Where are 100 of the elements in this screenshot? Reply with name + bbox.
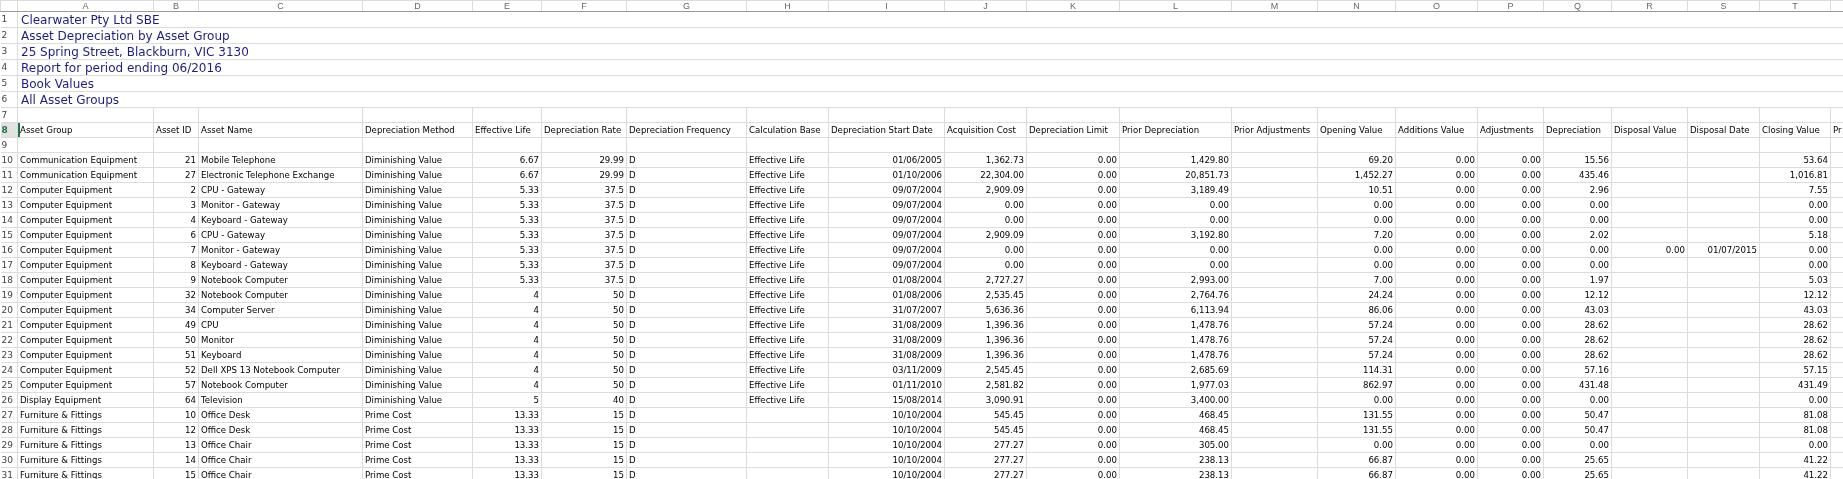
table-cell: 0.00 <box>1317 257 1396 273</box>
title-text: All Asset Groups <box>17 91 1843 108</box>
row-number[interactable]: 22 <box>0 332 18 348</box>
column-letter[interactable]: O <box>1395 0 1478 12</box>
row-number[interactable]: 2 <box>0 27 18 44</box>
column-letter[interactable]: A <box>17 0 154 12</box>
table-cell: 13.33 <box>472 437 542 453</box>
row-number[interactable]: 12 <box>0 182 18 198</box>
row-number[interactable]: 15 <box>0 227 18 243</box>
table-cell: 6 <box>153 227 199 243</box>
row-number[interactable]: 6 <box>0 91 18 108</box>
column-letter[interactable]: L <box>1119 0 1232 12</box>
table-cell: 10/10/2004 <box>828 452 945 468</box>
column-letter[interactable]: T <box>1759 0 1831 12</box>
table-cell: Diminishing Value <box>362 302 473 318</box>
row-number[interactable]: 7 <box>0 107 18 123</box>
row-number[interactable]: 26 <box>0 392 18 408</box>
table-cell: 0.00 <box>1026 422 1120 438</box>
column-letter[interactable]: B <box>153 0 199 12</box>
table-cell: Prime Cost <box>362 422 473 438</box>
row-number[interactable]: 16 <box>0 242 18 258</box>
table-cell: Effective Life <box>746 197 829 213</box>
row-number[interactable]: 30 <box>0 452 18 468</box>
table-cell: Office Desk <box>198 422 363 438</box>
row-number[interactable]: 31 <box>0 467 18 479</box>
row-number[interactable]: 25 <box>0 377 18 393</box>
table-cell: Computer Equipment <box>17 242 154 258</box>
row-number[interactable]: 17 <box>0 257 18 273</box>
table-cell: 0.00 <box>944 212 1027 228</box>
table-cell: 51 <box>153 347 199 363</box>
table-cell: 24.24 <box>1317 287 1396 303</box>
column-letter[interactable]: E <box>472 0 542 12</box>
column-letter[interactable]: C <box>198 0 363 12</box>
table-cell: 12.12 <box>1759 287 1831 303</box>
table-cell: Computer Server <box>198 302 363 318</box>
table-cell: 0.00 <box>1317 197 1396 213</box>
table-cell: 1,396.36 <box>944 317 1027 333</box>
row-number[interactable]: 23 <box>0 347 18 363</box>
table-cell: Prime Cost <box>362 437 473 453</box>
table-cell: 2,581.82 <box>944 377 1027 393</box>
table-cell: 0.00 <box>1395 227 1478 243</box>
table-cell: 6.67 <box>472 167 542 183</box>
table-cell: D <box>626 272 747 288</box>
column-header: Acquisition Cost <box>944 122 1027 138</box>
table-cell: Diminishing Value <box>362 347 473 363</box>
column-letter[interactable]: N <box>1317 0 1396 12</box>
table-cell: 01/08/2006 <box>828 287 945 303</box>
row-number[interactable]: 24 <box>0 362 18 378</box>
table-cell: Computer Equipment <box>17 197 154 213</box>
row-number[interactable]: 20 <box>0 302 18 318</box>
column-letter[interactable]: K <box>1026 0 1120 12</box>
column-letter[interactable]: M <box>1231 0 1318 12</box>
row-number[interactable]: 9 <box>0 137 18 153</box>
table-cell: Computer Equipment <box>17 347 154 363</box>
row-number[interactable]: 1 <box>0 11 18 28</box>
table-cell: 431.49 <box>1759 377 1831 393</box>
row-number[interactable]: 29 <box>0 437 18 453</box>
table-cell: Effective Life <box>746 227 829 243</box>
row-number[interactable]: 14 <box>0 212 18 228</box>
row-number[interactable]: 10 <box>0 152 18 168</box>
table-cell: 4 <box>472 287 542 303</box>
row-number[interactable]: 5 <box>0 75 18 92</box>
table-cell: 0.00 <box>1477 197 1544 213</box>
column-letter[interactable]: R <box>1611 0 1688 12</box>
table-cell: 0.00 <box>1395 197 1478 213</box>
table-cell: D <box>626 467 747 479</box>
column-letter[interactable]: Q <box>1543 0 1612 12</box>
column-letter[interactable]: F <box>541 0 627 12</box>
column-letter[interactable]: H <box>746 0 829 12</box>
table-cell: 0.00 <box>1026 212 1120 228</box>
table-cell: D <box>626 287 747 303</box>
row-number[interactable]: 19 <box>0 287 18 303</box>
table-cell: 0.00 <box>1477 407 1544 423</box>
row-number[interactable]: 28 <box>0 422 18 438</box>
table-cell: 12 <box>153 422 199 438</box>
column-letter[interactable]: J <box>944 0 1027 12</box>
row-number[interactable]: 18 <box>0 272 18 288</box>
row-number[interactable]: 21 <box>0 317 18 333</box>
table-cell: Notebook Computer <box>198 287 363 303</box>
table-cell: Communication Equipment <box>17 152 154 168</box>
table-cell: Effective Life <box>746 167 829 183</box>
column-letter[interactable]: S <box>1687 0 1760 12</box>
row-number[interactable]: 11 <box>0 167 18 183</box>
table-cell: 57.24 <box>1317 347 1396 363</box>
table-cell: 5.33 <box>472 182 542 198</box>
column-letter[interactable]: D <box>362 0 473 12</box>
row-number[interactable]: 13 <box>0 197 18 213</box>
row-number[interactable]: 27 <box>0 407 18 423</box>
table-cell: 0.00 <box>1395 407 1478 423</box>
row-number[interactable]: 3 <box>0 43 18 60</box>
column-letter[interactable]: P <box>1477 0 1544 12</box>
table-cell: 34 <box>153 302 199 318</box>
table-cell: 86.06 <box>1317 302 1396 318</box>
column-letter[interactable]: G <box>626 0 747 12</box>
row-number[interactable]: 4 <box>0 59 18 76</box>
table-cell: D <box>626 152 747 168</box>
column-letter[interactable]: I <box>828 0 945 12</box>
table-cell: Computer Equipment <box>17 212 154 228</box>
table-cell: 435.46 <box>1543 167 1612 183</box>
column-header: Depreciation Limit <box>1026 122 1120 138</box>
